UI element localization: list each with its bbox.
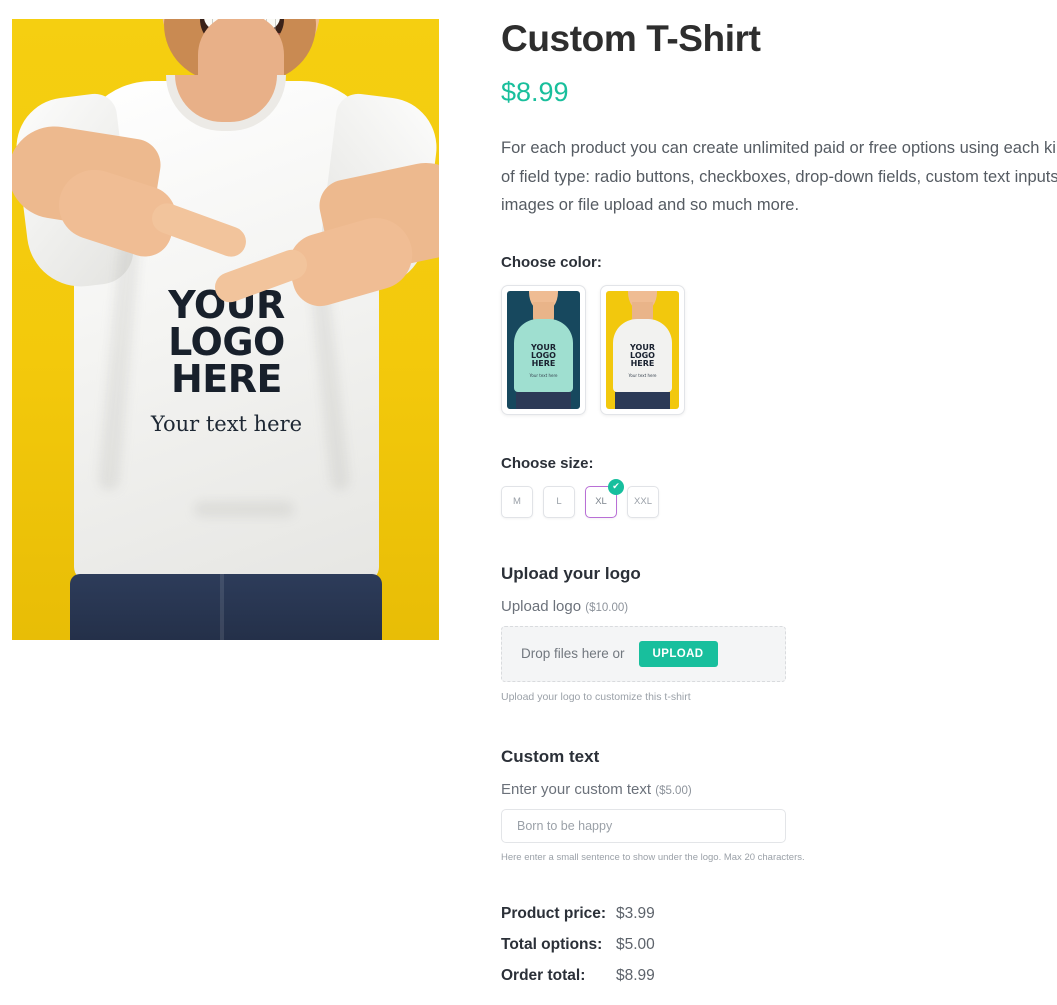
custom-text-price-tag: ($5.00) bbox=[655, 784, 692, 797]
custom-text-heading: Custom text bbox=[501, 746, 600, 766]
main-product-image[interactable]: YOUR LOGO HERE Your text here bbox=[12, 19, 439, 640]
print-logo-line-2: LOGO bbox=[168, 320, 285, 364]
size-option-xl-label: XL bbox=[595, 496, 607, 508]
swatch-print: YOUR LOGO HERE Your text here bbox=[507, 343, 580, 380]
custom-text-hint: Here enter a small sentence to show unde… bbox=[501, 851, 805, 863]
custom-text-field-label: Enter your custom text ($5.00) bbox=[501, 781, 1057, 798]
swatch-pants bbox=[614, 392, 671, 409]
product-details: Custom T-Shirt $8.99 For each product yo… bbox=[501, 18, 1057, 1005]
size-option-xl[interactable]: XL ✔ bbox=[585, 478, 624, 518]
total-row-order-total: Order total: $8.99 bbox=[501, 967, 1057, 985]
color-swatch-white[interactable]: YOUR LOGO HERE Your text here bbox=[600, 284, 685, 415]
choose-size-label: Choose size: bbox=[501, 454, 594, 472]
page-title: Custom T-Shirt bbox=[501, 18, 761, 59]
product-gallery: YOUR LOGO HERE Your text here bbox=[12, 19, 439, 640]
total-options-label: Total options: bbox=[501, 935, 603, 953]
product-price: $8.99 bbox=[501, 77, 569, 108]
total-options-value: $5.00 bbox=[616, 935, 655, 953]
tshirt-collar bbox=[166, 75, 286, 131]
total-row-total-options: Total options: $5.00 bbox=[501, 936, 1057, 954]
product-price-label: Product price: bbox=[501, 904, 607, 922]
swatch-print: YOUR LOGO HERE Your text here bbox=[606, 343, 679, 380]
custom-text-label-text: Enter your custom text bbox=[501, 780, 652, 798]
check-icon: ✔ bbox=[608, 478, 624, 495]
product-page: YOUR LOGO HERE Your text here Custom T-S… bbox=[0, 0, 1057, 1005]
color-swatch-mint[interactable]: YOUR LOGO HERE Your text here bbox=[501, 284, 586, 415]
order-total-value: $8.99 bbox=[616, 966, 655, 984]
color-swatch-mint-image: YOUR LOGO HERE Your text here bbox=[507, 290, 580, 409]
print-sub-text: Your text here bbox=[150, 412, 303, 436]
model-jeans bbox=[70, 574, 382, 640]
product-description: For each product you can create unlimite… bbox=[501, 139, 1057, 215]
size-option-l[interactable]: L bbox=[543, 485, 575, 518]
total-row-product-price: Product price: $3.99 bbox=[501, 905, 1057, 923]
order-total-label: Order total: bbox=[501, 966, 586, 984]
size-option-xxl[interactable]: XXL bbox=[627, 485, 659, 518]
upload-hint: Upload your logo to customize this t-shi… bbox=[501, 690, 691, 703]
upload-label-text: Upload logo bbox=[501, 597, 582, 615]
dropzone-text: Drop files here or bbox=[521, 646, 625, 662]
totals-summary: Product price: $3.99 Total options: $5.0… bbox=[501, 905, 1057, 985]
upload-section-heading: Upload your logo bbox=[501, 563, 641, 583]
color-swatch-group: YOUR LOGO HERE Your text here YOUR LOGO HERE… bbox=[501, 284, 1057, 415]
swatch-pants bbox=[515, 392, 572, 409]
swatch-print-sub: Your text here bbox=[628, 372, 657, 378]
custom-text-input[interactable] bbox=[501, 808, 786, 843]
upload-price-tag: ($10.00) bbox=[585, 601, 629, 614]
color-swatch-white-image: YOUR LOGO HERE Your text here bbox=[606, 290, 679, 409]
print-logo-line-3: HERE bbox=[171, 357, 282, 401]
size-option-m[interactable]: M bbox=[501, 485, 533, 518]
upload-field-label: Upload logo ($10.00) bbox=[501, 598, 1057, 615]
file-dropzone[interactable]: Drop files here or UPLOAD bbox=[501, 625, 786, 682]
tshirt-print: YOUR LOGO HERE Your text here bbox=[74, 286, 379, 436]
fabric-fold bbox=[194, 501, 294, 517]
size-option-group: M L XL ✔ XXL bbox=[501, 478, 1057, 518]
upload-button[interactable]: UPLOAD bbox=[638, 640, 718, 667]
swatch-print-sub: Your text here bbox=[529, 372, 558, 378]
product-price-value: $3.99 bbox=[616, 904, 655, 922]
choose-color-label: Choose color: bbox=[501, 253, 602, 271]
